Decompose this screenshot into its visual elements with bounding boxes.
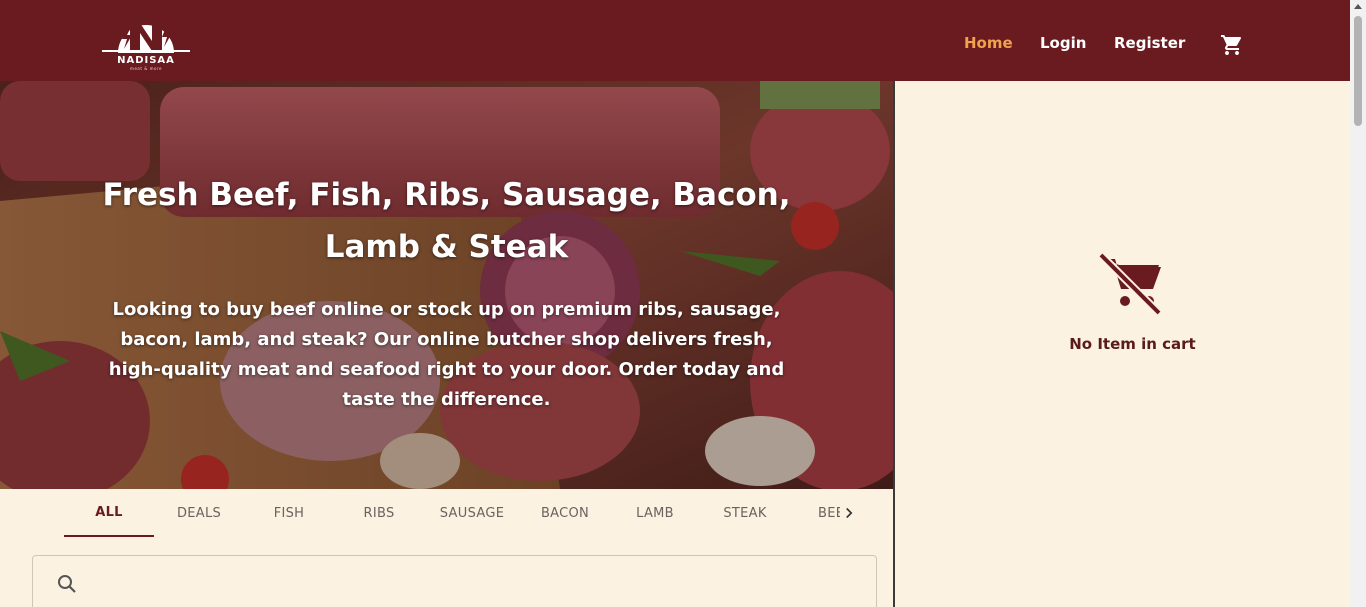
scroll-up-arrow-icon[interactable] xyxy=(1354,4,1362,9)
tab-ribs[interactable]: RIBS xyxy=(334,489,424,537)
search-icon xyxy=(58,575,76,593)
nav-register-link[interactable]: Register xyxy=(1114,34,1185,54)
hero-banner: Fresh Beef, Fish, Ribs, Sausage, Bacon, … xyxy=(0,81,893,489)
brand-logo[interactable]: NADISAA meat & more xyxy=(100,9,192,73)
nav-home-link[interactable]: Home xyxy=(964,34,1013,54)
search-input[interactable] xyxy=(95,568,855,600)
tab-lamb[interactable]: LAMB xyxy=(610,489,700,537)
scrollbar-thumb[interactable] xyxy=(1354,16,1362,126)
top-header: NADISAA meat & more Home Login Register xyxy=(0,0,1350,81)
tab-bacon[interactable]: BACON xyxy=(520,489,610,537)
logo-tagline: meat & more xyxy=(130,66,162,71)
empty-cart-message: No Item in cart xyxy=(1069,335,1196,353)
shopping-cart-icon xyxy=(1221,35,1242,55)
hero-title: Fresh Beef, Fish, Ribs, Sausage, Bacon, … xyxy=(102,177,791,265)
hero-overlay xyxy=(0,81,893,489)
chevron-right-icon xyxy=(846,507,853,519)
category-tabs: ALL DEALS FISH RIBS SAUSAGE BACON LAMB S… xyxy=(64,489,864,537)
product-search-box[interactable] xyxy=(32,555,877,607)
tab-fish[interactable]: FISH xyxy=(244,489,334,537)
page-scrollbar[interactable] xyxy=(1350,0,1366,607)
hero-description: Looking to buy beef online or stock up o… xyxy=(108,299,785,410)
tab-deals[interactable]: DEALS xyxy=(154,489,244,537)
tab-sausage[interactable]: SAUSAGE xyxy=(427,489,517,537)
nav-login-link[interactable]: Login xyxy=(1040,34,1086,54)
cart-button[interactable] xyxy=(1220,33,1244,57)
logo-emblem-icon xyxy=(102,23,190,53)
page: NADISAA meat & more Home Login Register xyxy=(0,0,1366,607)
tab-all[interactable]: ALL xyxy=(64,489,154,537)
cart-panel: No Item in cart xyxy=(893,81,1350,607)
remove-shopping-cart-icon xyxy=(1098,252,1162,316)
tab-steak[interactable]: STEAK xyxy=(700,489,790,537)
tabs-scroll-right-button[interactable] xyxy=(836,500,862,526)
logo-text: NADISAA xyxy=(117,55,175,66)
